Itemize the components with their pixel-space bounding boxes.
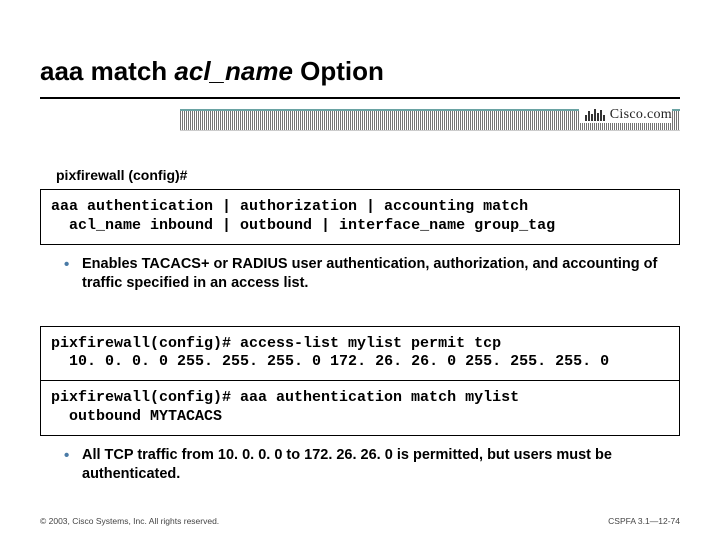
header-strip: Cisco.com: [40, 105, 680, 135]
title-part1: aaa match: [40, 56, 174, 86]
footer: © 2003, Cisco Systems, Inc. All rights r…: [0, 516, 720, 526]
title-part3: Option: [293, 56, 384, 86]
bullet-2: All TCP traffic from 10. 0. 0. 0 to 172.…: [64, 446, 680, 485]
logo-text: Cisco.com: [610, 107, 672, 123]
bullet-list-2: All TCP traffic from 10. 0. 0. 0 to 172.…: [64, 446, 680, 485]
content: pixfirewall (config)# aaa authentication…: [0, 143, 720, 485]
slide-number: CSPFA 3.1—12-74: [608, 516, 680, 526]
copyright-text: © 2003, Cisco Systems, Inc. All rights r…: [40, 516, 219, 526]
slide: aaa match acl_name Option Cisco.com pixf…: [0, 0, 720, 540]
bullet-1: Enables TACACS+ or RADIUS user authentic…: [64, 255, 680, 294]
cisco-logo: Cisco.com: [579, 107, 672, 123]
logo-bars-icon: [585, 109, 605, 121]
title-part2: acl_name: [174, 56, 293, 86]
prompt-label-1: pixfirewall (config)#: [56, 167, 680, 183]
title-area: aaa match acl_name Option Cisco.com: [0, 0, 720, 143]
bullet-list-1: Enables TACACS+ or RADIUS user authentic…: [64, 255, 680, 294]
slide-title: aaa match acl_name Option: [40, 56, 680, 99]
example-box-2: pixfirewall(config)# aaa authentication …: [40, 380, 680, 436]
syntax-box: aaa authentication | authorization | acc…: [40, 189, 680, 245]
example-box-1: pixfirewall(config)# access-list mylist …: [40, 326, 680, 382]
